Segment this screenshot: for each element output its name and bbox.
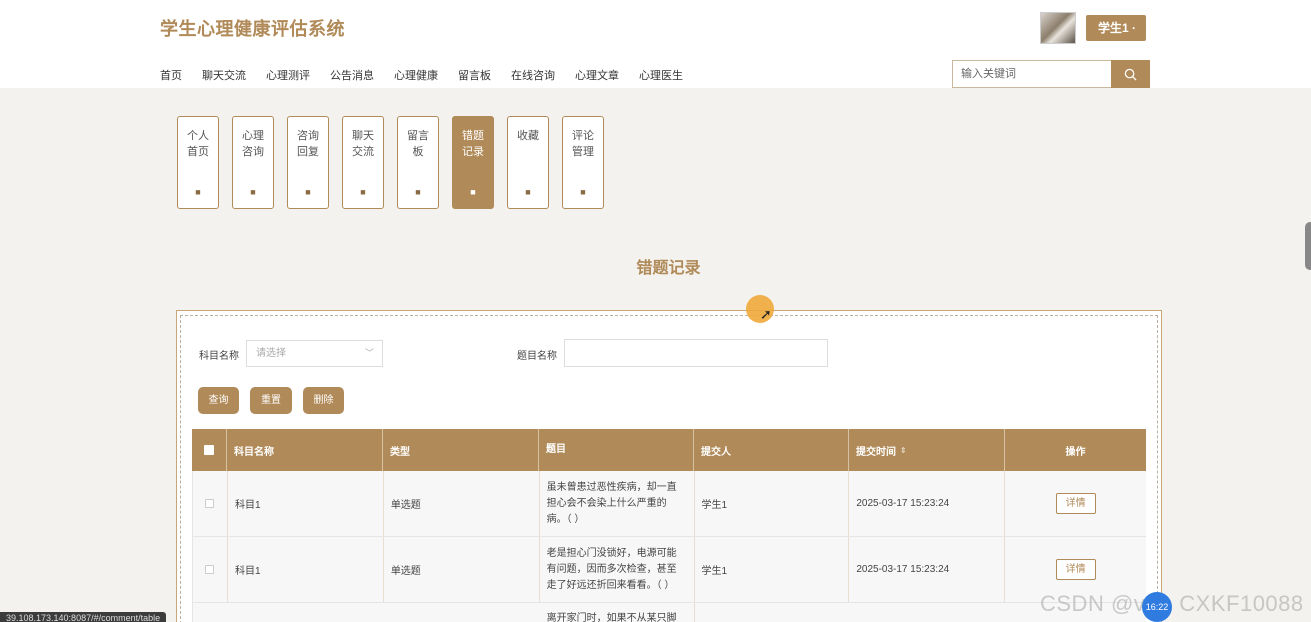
header-submit-time-label: 提交时间 (856, 446, 896, 458)
nav-announcements[interactable]: 公告消息 (330, 67, 374, 83)
nav-mental-health[interactable]: 心理健康 (394, 67, 438, 83)
header-actions: 操作 (1065, 446, 1086, 458)
row-checkbox-cell (193, 537, 228, 602)
status-bar-url: 39.108.173.140:8087/#/comment/table (0, 612, 167, 622)
cell-question: 老是担心门没锁好，电源可能有问题，因而多次检查，甚至走了好远还折回来看看。（ ） (540, 537, 695, 602)
chevron-down-icon: ﹀ (364, 348, 374, 358)
floating-badge[interactable]: 16:22 (1142, 592, 1172, 622)
cell-type: 单选题 (384, 471, 540, 536)
avatar[interactable] (1040, 12, 1076, 44)
select-all-checkbox[interactable] (204, 445, 214, 455)
home-icon: ■ (525, 187, 531, 197)
tile-favorites[interactable]: 收藏 ■ (507, 116, 549, 209)
table-row: 科目1 单选题 老是担心门没锁好，电源可能有问题，因而多次检查，甚至走了好远还折… (192, 537, 1146, 603)
query-button[interactable]: 查询 (198, 387, 239, 414)
tile-chat[interactable]: 聊天交流 ■ (342, 116, 384, 209)
home-icon: ■ (580, 187, 586, 197)
row-checkbox-cell (193, 471, 228, 536)
tile-wrong-answers[interactable]: 错题记录 ■ (452, 116, 494, 209)
top-nav: 首页 聊天交流 心理测评 公告消息 心理健康 留言板 在线咨询 心理文章 心理医… (160, 67, 703, 83)
watermark: CSDN @vx：CXKF10088 (1040, 591, 1304, 616)
tile-label: 咨询回复 (297, 130, 319, 158)
header-submit-time[interactable]: 提交时间 ⇕ (849, 429, 1005, 471)
delete-button[interactable]: 删除 (303, 387, 344, 414)
cell-submit-time: 2025-03-17 15:23:24 (849, 471, 1006, 536)
header: 学生心理健康评估系统 学生1 · 首页 聊天交流 心理测评 公告消息 心理健康 … (0, 0, 1311, 88)
nav-online-consult[interactable]: 在线咨询 (511, 67, 555, 83)
tile-consult-reply[interactable]: 咨询回复 ■ (287, 116, 329, 209)
sort-icon[interactable]: ⇕ (900, 446, 907, 455)
cell-actions: 详情 (1005, 471, 1146, 536)
search-input[interactable]: 输入关键词 (952, 60, 1112, 88)
subject-select-placeholder: 请选择 (256, 348, 286, 359)
tile-label: 评论管理 (572, 130, 594, 158)
cell-question: 离开家门时，如果不从某只脚开 (540, 603, 695, 622)
row-checkbox[interactable] (205, 565, 215, 574)
mouse-pointer-icon: ➚ (760, 306, 772, 322)
tile-comment-management[interactable]: 评论管理 ■ (562, 116, 604, 209)
subject-filter-label: 科目名称 (199, 351, 239, 362)
nav-chat[interactable]: 聊天交流 (202, 67, 246, 83)
tile-label: 心理咨询 (242, 130, 264, 158)
subject-select[interactable]: 请选择 ﹀ (246, 340, 383, 367)
home-icon: ■ (470, 187, 476, 197)
cell-type: 单选题 (384, 537, 540, 602)
side-scroll-tab[interactable] (1305, 222, 1311, 270)
page-title: 错题记录 (636, 260, 701, 277)
header-type: 类型 (383, 429, 539, 471)
cell-submitter: 学生1 (695, 537, 850, 602)
cell-submitter: 学生1 (695, 471, 850, 536)
reset-button[interactable]: 重置 (250, 387, 292, 414)
header-subject: 科目名称 (227, 429, 383, 471)
tile-consultation[interactable]: 心理咨询 ■ (232, 116, 274, 209)
home-icon: ■ (305, 187, 311, 197)
question-name-input[interactable] (564, 339, 828, 367)
tile-personal-home[interactable]: 个人首页 ■ (177, 116, 219, 209)
nav-message-board[interactable]: 留言板 (458, 67, 491, 83)
header-question: 题目 (539, 429, 694, 471)
row-checkbox[interactable] (205, 499, 215, 508)
table-row: 离开家门时，如果不从某只脚开 (192, 603, 1146, 622)
tile-label: 收藏 (517, 130, 539, 142)
home-icon: ■ (195, 187, 201, 197)
tile-label: 留言板 (407, 130, 429, 158)
table-row: 科目1 单选题 虽未曾患过恶性疾病，却一直担心会不会染上什么严重的病。（ ） 学… (192, 471, 1146, 537)
header-submitter: 提交人 (694, 429, 849, 471)
home-icon: ■ (415, 187, 421, 197)
cell-submit-time: 2025-03-17 15:23:24 (849, 537, 1006, 602)
cell-subject: 科目1 (228, 537, 384, 602)
user-menu[interactable]: 学生1 · (1040, 12, 1146, 44)
tile-label: 聊天交流 (352, 130, 374, 158)
select-all-cell (192, 429, 227, 471)
table-header: 科目名称 类型 题目 提交人 提交时间 ⇕ 操作 (192, 429, 1146, 471)
search-button[interactable] (1111, 60, 1150, 88)
app-title[interactable]: 学生心理健康评估系统 (160, 15, 345, 41)
tile-label: 个人首页 (187, 130, 209, 158)
wrong-answers-table: 科目名称 类型 题目 提交人 提交时间 ⇕ 操作 科目1 单选题 虽未曾患过恶性疾… (192, 429, 1146, 622)
cell-question: 虽未曾患过恶性疾病，却一直担心会不会染上什么严重的病。（ ） (540, 471, 695, 536)
user-dropdown-button[interactable]: 学生1 · (1086, 15, 1146, 41)
nav-home[interactable]: 首页 (160, 67, 182, 83)
nav-assessment[interactable]: 心理测评 (266, 67, 310, 83)
detail-button[interactable]: 详情 (1055, 493, 1096, 514)
question-filter-label: 题目名称 (517, 351, 557, 362)
nav-articles[interactable]: 心理文章 (575, 67, 619, 83)
tile-message-board[interactable]: 留言板 ■ (397, 116, 439, 209)
nav-doctors[interactable]: 心理医生 (639, 67, 683, 83)
search-icon (1124, 68, 1137, 81)
detail-button[interactable]: 详情 (1055, 559, 1096, 580)
center-menu: 个人首页 ■ 心理咨询 ■ 咨询回复 ■ 聊天交流 ■ 留言板 ■ 错题记录 ■… (177, 116, 617, 209)
cell-subject: 科目1 (228, 471, 384, 536)
home-icon: ■ (360, 187, 366, 197)
home-icon: ■ (250, 187, 256, 197)
tile-label: 错题记录 (462, 130, 484, 158)
